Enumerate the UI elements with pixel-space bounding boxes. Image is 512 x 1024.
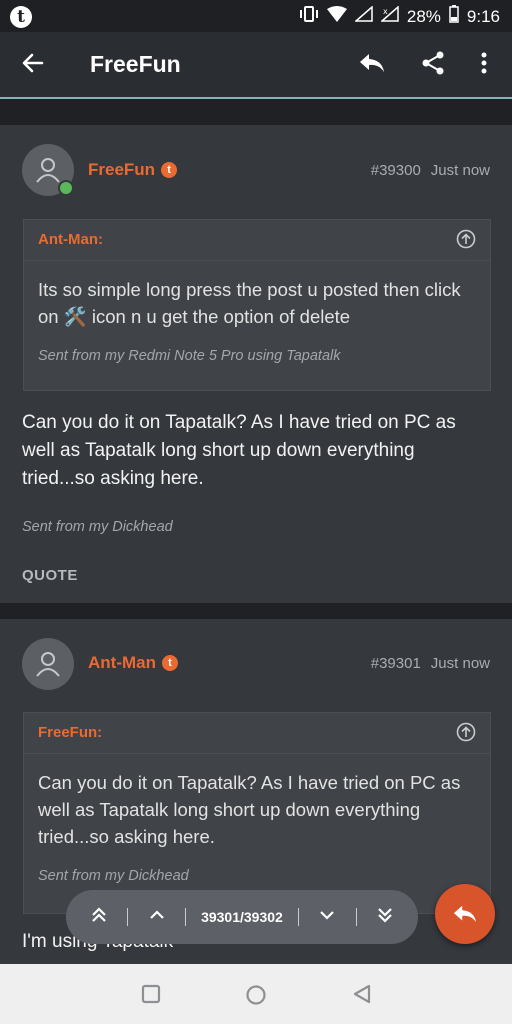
signal-icon [353,5,373,27]
tapatalk-badge-icon: t [161,162,178,178]
home-circle-icon[interactable] [245,984,267,1011]
post-number: #39301 [370,655,421,672]
svg-text:x: x [383,7,388,16]
recents-square-icon[interactable] [141,984,161,1009]
clock: 9:16 [466,6,500,26]
status-icons: x 28% 9:16 [299,5,500,28]
first-page-icon[interactable] [86,906,112,929]
page-navigator: 39301/39302 [66,890,418,944]
separator [298,908,300,926]
back-arrow-icon[interactable] [20,50,46,81]
post-meta: #39301 Just now [361,655,490,672]
quote-text: Its so simple long press the post u post… [38,279,461,327]
post-body: Can you do it on Tapatalk? As I have tri… [22,412,456,489]
quote-block: FreeFun: Can you do it on Tapatalk? As I… [23,712,491,914]
post-author[interactable]: Ant-Man t [88,653,178,673]
separator [127,908,129,926]
prev-page-icon[interactable] [144,906,170,929]
post-gap [0,99,512,125]
reply-icon [453,905,477,923]
system-nav-bar [0,964,512,1024]
post-author[interactable]: FreeFun t [88,160,178,180]
separator [184,908,186,926]
app-bar: FreeFun [0,32,512,98]
post-signature: Sent from my Dickhead [22,519,173,535]
vibrate-icon [299,5,319,28]
page-indicator[interactable]: 39301/39302 [201,909,283,925]
quote-header: FreeFun: [24,713,490,754]
quote-author[interactable]: Ant-Man: [38,231,103,248]
post-time: Just now [430,655,490,672]
battery-icon [449,5,459,28]
last-page-icon[interactable] [372,906,398,929]
quote-signature: Sent from my Dickhead [38,868,189,884]
post-meta: #39300 Just now [361,162,490,179]
quote-author[interactable]: FreeFun: [38,724,102,741]
author-name[interactable]: FreeFun [88,160,155,179]
post-time: Just now [430,162,490,179]
share-icon[interactable] [420,50,446,81]
more-vert-icon[interactable] [477,50,491,81]
next-page-icon[interactable] [314,906,340,929]
post-gap [0,603,512,619]
quote-text: Can you do it on Tapatalk? As I have tri… [38,772,461,847]
author-name[interactable]: Ant-Man [88,653,156,672]
thread-title: FreeFun [90,51,181,77]
back-triangle-icon[interactable] [352,984,372,1009]
avatar[interactable] [22,638,74,690]
reply-fab-button[interactable] [435,884,495,944]
online-indicator [58,180,74,196]
post-card: FreeFun t #39300 Just now Ant-Man: Its so … [0,125,512,603]
tapatalk-badge-icon: t [161,655,178,671]
reply-icon[interactable] [358,50,386,81]
quote-block: Ant-Man: Its so simple long press the po… [23,219,491,391]
battery-label: 28% [406,6,441,26]
quote-signature: Sent from my Redmi Note 5 Pro using Tapa… [38,348,341,364]
arrow-up-circle-icon[interactable] [456,229,476,254]
quote-button[interactable]: QUOTE [22,567,78,584]
quote-header: Ant-Man: [24,220,490,261]
signal-x-icon: x [379,5,399,27]
separator [355,908,357,926]
tapatalk-t-icon: t [10,6,32,28]
arrow-up-circle-icon[interactable] [456,722,476,747]
post-number: #39300 [370,162,421,179]
wifi-icon [326,6,347,27]
status-bar: t x 28% 9:16 [0,0,512,32]
